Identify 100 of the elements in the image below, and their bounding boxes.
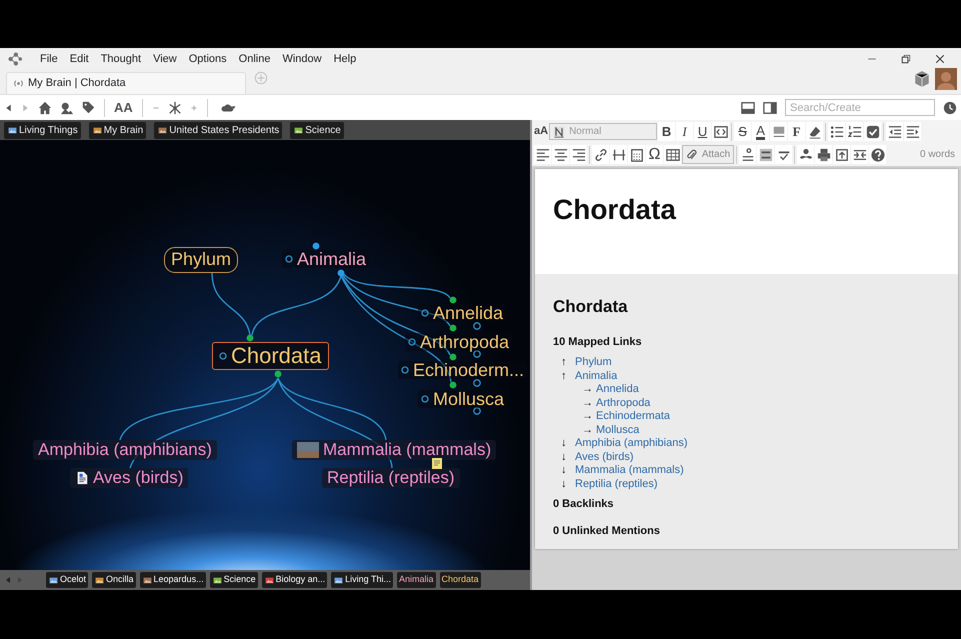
eraser-button[interactable] [806, 122, 824, 141]
history-thought[interactable]: Living Thi... [331, 572, 393, 588]
note-icon[interactable] [432, 458, 442, 469]
align-right-button[interactable] [570, 145, 587, 164]
help-button[interactable] [869, 145, 886, 164]
restore-icon[interactable] [901, 54, 911, 64]
connector-ring-icon[interactable] [421, 309, 429, 317]
side-panel-icon[interactable] [763, 100, 777, 114]
thought-node[interactable]: Chordata [212, 342, 329, 370]
align-center-button[interactable] [552, 145, 569, 164]
font-button[interactable]: F [788, 122, 806, 141]
abc-def-button[interactable] [757, 145, 774, 164]
link-item[interactable]: Reptilia (reptiles) [575, 478, 658, 491]
menu-item[interactable]: Options [182, 50, 233, 68]
export-button[interactable] [833, 145, 850, 164]
bold-button[interactable]: B [658, 122, 676, 141]
back-icon[interactable] [4, 102, 13, 114]
numbered-list-button[interactable] [846, 122, 864, 141]
clock-icon[interactable] [943, 100, 957, 114]
thought-node[interactable]: Mammalia (mammals) [292, 440, 496, 460]
thought-node[interactable]: Mollusca [418, 390, 508, 408]
link-item[interactable]: Annelida [596, 383, 639, 396]
menu-item[interactable]: File [34, 50, 64, 68]
symbol-button[interactable]: Ω [646, 145, 663, 164]
connector-ring-icon[interactable] [473, 322, 481, 330]
menu-item[interactable]: Help [328, 50, 362, 68]
text-color-button[interactable]: A [752, 122, 770, 141]
thought-node[interactable]: Animalia [282, 250, 370, 268]
thought-node[interactable]: Arthropoda [405, 333, 512, 351]
link-item[interactable]: Phylum [575, 356, 612, 370]
menu-item[interactable]: Window [276, 50, 328, 68]
link-item[interactable]: Animalia [575, 370, 618, 383]
calendar-button[interactable] [628, 145, 645, 164]
connector-ring-icon[interactable] [401, 366, 409, 374]
history-thought[interactable]: Ocelot [46, 572, 88, 588]
align-left-button[interactable] [534, 145, 551, 164]
link-dot[interactable] [274, 370, 282, 378]
link-item[interactable]: Arthropoda [596, 396, 650, 410]
indent-button[interactable] [904, 122, 922, 141]
bottom-panel-icon[interactable] [741, 100, 755, 114]
home-icon[interactable] [38, 100, 52, 114]
spellcheck-button[interactable] [775, 145, 792, 164]
font-size-button[interactable]: aA [534, 123, 548, 140]
pinned-thought[interactable]: Living Things [4, 122, 81, 138]
connector-ring-icon[interactable] [285, 255, 293, 263]
menu-item[interactable]: Edit [64, 50, 95, 68]
code-button[interactable] [712, 122, 730, 141]
pinned-thought[interactable]: Science [290, 122, 344, 138]
menu-item[interactable]: Thought [94, 50, 148, 68]
search-field[interactable]: Search/Create [785, 99, 935, 116]
connector-ring-icon[interactable] [421, 395, 429, 403]
tag-icon[interactable] [82, 101, 95, 114]
network-icon[interactable] [168, 100, 182, 114]
link-item[interactable]: Mollusca [596, 424, 640, 437]
checkbox-button[interactable] [864, 122, 882, 141]
link-dot[interactable] [312, 242, 320, 250]
connector-ring-icon[interactable] [473, 350, 481, 358]
link-item[interactable]: Aves (birds) [575, 450, 634, 464]
find-replace-button[interactable] [739, 145, 756, 164]
link-item[interactable]: Echinodermata [596, 410, 670, 424]
pinned-thought[interactable]: United States Presidents [154, 122, 282, 138]
link-dot[interactable] [450, 324, 456, 332]
underline-button[interactable]: U [694, 122, 712, 141]
text-size-button[interactable]: AA [114, 98, 133, 118]
link-dot[interactable] [246, 334, 254, 342]
link-item[interactable]: Amphibia (amphibians) [575, 437, 688, 450]
link-dot[interactable] [450, 382, 456, 388]
history-thought[interactable]: Biology an... [262, 572, 328, 588]
mustache-button[interactable] [797, 145, 814, 164]
bullet-list-button[interactable] [828, 122, 846, 141]
table-button[interactable] [664, 145, 681, 164]
connector-ring-icon[interactable] [473, 379, 481, 387]
link-button[interactable] [592, 145, 609, 164]
link-dot[interactable] [338, 270, 344, 276]
print-button[interactable] [815, 145, 832, 164]
help-icon [870, 148, 884, 162]
pinned-thought[interactable]: My Brain [88, 122, 146, 138]
thought-node[interactable]: Annelida [418, 304, 506, 322]
link-dot[interactable] [450, 354, 456, 360]
link-item[interactable]: Mammalia (mammals) [575, 464, 684, 478]
connector-ring-icon[interactable] [408, 338, 416, 346]
collapse-button[interactable] [851, 145, 868, 164]
thought-node[interactable]: Aves (birds) [70, 468, 188, 488]
cube-icon[interactable] [913, 70, 931, 88]
brain-tab[interactable]: My Brain | Chordata [6, 72, 246, 94]
italic-button[interactable]: I [676, 122, 694, 141]
connector-ring-icon[interactable] [219, 352, 227, 360]
history-thought[interactable]: Oncilla [92, 572, 136, 588]
menu-item[interactable]: Online [232, 50, 276, 68]
strikethrough-button[interactable]: S [734, 122, 752, 141]
history-thought[interactable]: Leopardus... [140, 572, 206, 588]
outdent-button[interactable] [886, 122, 904, 141]
horizontal-rule-button[interactable] [610, 145, 627, 164]
history-thought[interactable]: Science [210, 572, 258, 588]
image-icon[interactable] [60, 100, 74, 114]
connector-ring-icon[interactable] [473, 407, 481, 415]
close-icon[interactable] [935, 54, 945, 64]
menu-item[interactable]: View [147, 50, 183, 68]
thought-node[interactable]: Phylum [164, 247, 238, 273]
link-dot[interactable] [450, 296, 456, 304]
